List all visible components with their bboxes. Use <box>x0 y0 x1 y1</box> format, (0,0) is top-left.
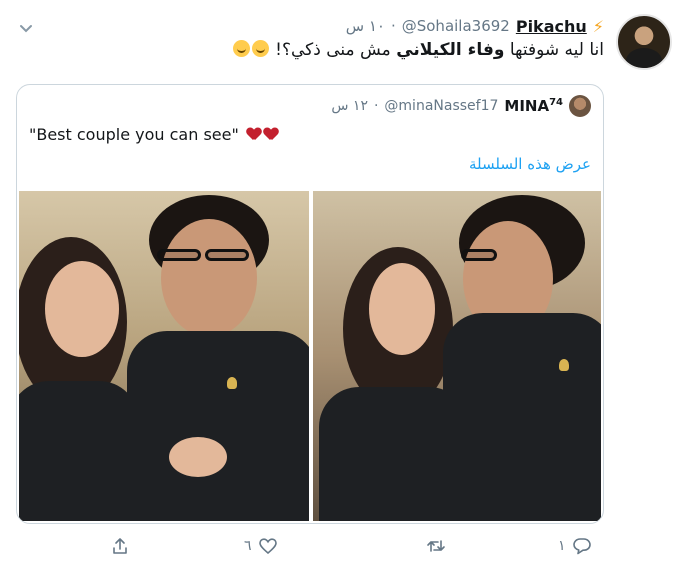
share-icon <box>113 538 127 554</box>
quoted-header: MINA74 @minaNassef17 · ١٢ س <box>331 95 591 117</box>
action-bar: ٦ ١ <box>110 536 610 566</box>
quoted-display-name[interactable]: MINA74 <box>504 97 563 115</box>
show-thread-link[interactable]: عرض هذه السلسلة <box>469 155 591 173</box>
lightning-icon: ⚡ <box>592 16 604 36</box>
tweet-text-suffix: مش منى ذكي؟! <box>275 40 397 60</box>
avatar[interactable] <box>616 14 672 70</box>
tweet-card[interactable]: ⚡ Pikachu @Sohaila3692 · ١٠ س انا ليه شو… <box>0 0 700 586</box>
reply-count: ١ <box>558 538 566 554</box>
quoted-text: "Best couple you can see" <box>29 125 278 144</box>
quoted-avatar[interactable] <box>569 95 591 117</box>
photo-couple-2[interactable] <box>313 191 601 521</box>
retweet-button[interactable] <box>426 536 446 556</box>
reply-icon <box>572 538 591 555</box>
retweet-icon <box>427 540 445 552</box>
user-handle[interactable]: @Sohaila3692 <box>402 17 510 35</box>
tweet-header: ⚡ Pikachu @Sohaila3692 · ١٠ س <box>346 14 604 38</box>
reply-button[interactable]: ١ <box>558 536 592 556</box>
tweet-text-mention: وفاء الكيلاني <box>396 40 505 60</box>
eye-roll-emoji-icon <box>251 40 269 57</box>
tweet-text: انا ليه شوفتها وفاء الكيلاني مش منى ذكي؟… <box>232 40 604 60</box>
heart-emoji-icon <box>247 128 261 141</box>
like-count: ٦ <box>244 538 252 554</box>
timestamp[interactable]: ١٠ س <box>346 17 385 35</box>
quoted-tweet[interactable]: MINA74 @minaNassef17 · ١٢ س "Best couple… <box>16 84 604 524</box>
chevron-down-icon[interactable] <box>18 20 34 36</box>
quoted-timestamp[interactable]: ١٢ س <box>331 98 368 114</box>
separator-dot: · <box>390 17 396 35</box>
quoted-name-superscript: 74 <box>549 97 563 108</box>
display-name[interactable]: Pikachu <box>516 17 587 36</box>
share-button[interactable] <box>110 536 130 556</box>
heart-emoji-icon <box>264 128 278 141</box>
photo-couple-1[interactable] <box>19 191 309 521</box>
like-icon <box>258 538 277 555</box>
sweat-smile-emoji-icon <box>232 40 250 57</box>
separator-dot: · <box>373 98 379 114</box>
like-button[interactable]: ٦ <box>244 536 278 556</box>
quoted-handle[interactable]: @minaNassef17 <box>384 98 498 114</box>
tweet-text-prefix: انا ليه شوفتها <box>504 40 604 60</box>
